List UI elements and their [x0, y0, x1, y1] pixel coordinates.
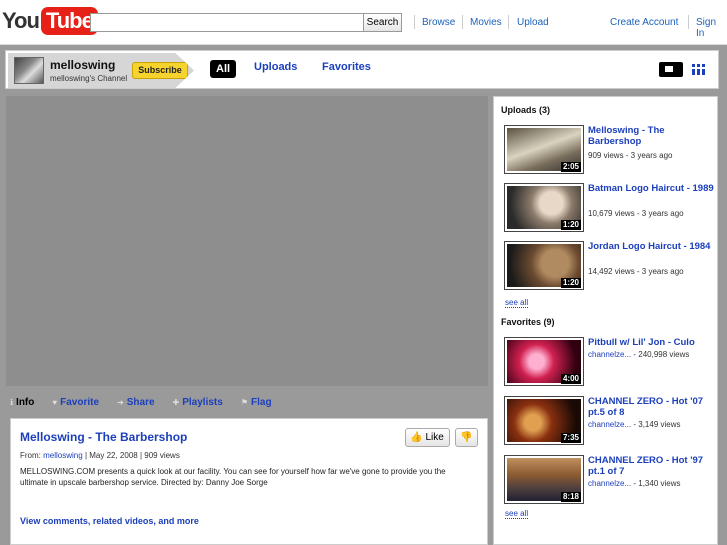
plus-icon: ✚ [172, 397, 180, 407]
video-link[interactable]: Jordan Logo Haircut - 1984 [588, 241, 716, 252]
video-meta: 909 views - 3 years ago [588, 151, 673, 160]
video-thumbnail[interactable]: 4:00 [504, 337, 584, 386]
thumbs-up-icon: 👍 [410, 432, 423, 443]
video-meta: From: melloswing | May 22, 2008 | 909 vi… [20, 451, 180, 460]
video-duration: 1:20 [560, 278, 581, 288]
dislike-button[interactable]: 👎 [455, 428, 478, 447]
video-meta: 14,492 views - 3 years ago [588, 267, 684, 276]
list-item[interactable]: 2:05 Melloswing - The Barbershop 909 vie… [504, 125, 716, 177]
nav-browse[interactable]: Browse [422, 17, 455, 28]
video-thumbnail[interactable]: 8:18 [504, 455, 584, 504]
uploads-see-all-link[interactable]: see all [505, 298, 529, 308]
uploader-link[interactable]: melloswing [43, 451, 83, 460]
video-duration: 7:35 [560, 433, 581, 443]
thumbs-down-icon: 👎 [460, 432, 473, 443]
nav-upload[interactable]: Upload [517, 17, 549, 28]
channel-avatar[interactable] [14, 57, 44, 84]
list-item[interactable]: 1:20 Jordan Logo Haircut - 1984 14,492 v… [504, 241, 716, 293]
search-input[interactable] [90, 13, 364, 32]
video-title[interactable]: Melloswing - The Barbershop [20, 430, 187, 444]
tab-favorites[interactable]: Favorites [322, 61, 371, 73]
video-link[interactable]: CHANNEL ZERO - Hot '07 pt.5 of 8 [588, 396, 716, 418]
action-share-label: Share [126, 396, 155, 408]
action-info-label: Info [16, 396, 35, 408]
video-link[interactable]: Melloswing - The Barbershop [588, 125, 716, 147]
video-player[interactable] [6, 96, 488, 386]
list-item[interactable]: 7:35 CHANNEL ZERO - Hot '07 pt.5 of 8 ch… [504, 396, 716, 448]
video-duration: 2:05 [560, 162, 581, 172]
action-flag-label: Flag [251, 396, 272, 408]
channel-link[interactable]: channelze... [588, 350, 631, 359]
like-label: Like [425, 432, 444, 443]
action-flag[interactable]: ⚑ Flag [241, 397, 272, 408]
sidebar: Uploads (3) 2:05 Melloswing - The Barber… [493, 96, 718, 545]
search-button[interactable]: Search [363, 13, 402, 32]
video-meta: channelze... - 3,149 views [588, 420, 681, 429]
list-item[interactable]: 1:20 Batman Logo Haircut - 1989 10,679 v… [504, 183, 716, 235]
video-link[interactable]: CHANNEL ZERO - Hot '97 pt.1 of 7 [588, 455, 716, 477]
heart-icon: ♥ [52, 397, 58, 407]
sign-in-link[interactable]: Sign In [696, 17, 727, 39]
video-thumbnail[interactable]: 2:05 [504, 125, 584, 174]
video-meta: 10,679 views - 3 years ago [588, 209, 684, 218]
video-thumbnail[interactable]: 1:20 [504, 183, 584, 232]
action-info[interactable]: ℹ Info [10, 397, 34, 408]
nav-separator [414, 15, 415, 29]
logo-you: You [2, 8, 40, 33]
channel-bar: melloswing melloswing's Channel Subscrib… [5, 50, 719, 89]
video-thumbnail[interactable]: 7:35 [504, 396, 584, 445]
action-playlists[interactable]: ✚ Playlists [173, 397, 223, 408]
tab-uploads[interactable]: Uploads [254, 61, 297, 73]
action-favorite[interactable]: ♥ Favorite [52, 397, 99, 408]
uploads-heading: Uploads (3) [501, 105, 551, 115]
info-icon: ℹ [10, 397, 14, 407]
nav-separator [688, 15, 689, 29]
action-share[interactable]: ➜ Share [117, 397, 155, 408]
video-duration: 1:20 [560, 220, 581, 230]
channel-name[interactable]: melloswing [50, 58, 115, 72]
youtube-logo[interactable]: You Tube [2, 6, 98, 36]
subscribe-button[interactable]: Subscribe [132, 62, 188, 79]
video-description: MELLOSWING.COM presents a quick look at … [20, 467, 446, 487]
grid-view-icon[interactable] [692, 64, 707, 75]
from-label: From: [20, 451, 41, 460]
flag-icon: ⚑ [240, 397, 248, 407]
video-link[interactable]: Batman Logo Haircut - 1989 [588, 183, 716, 194]
view-count: | 909 views [139, 451, 180, 460]
channel-identity: melloswing melloswing's Channel Subscrib… [8, 53, 194, 88]
more-link[interactable]: View comments, related videos, and more [20, 516, 199, 526]
nav-movies[interactable]: Movies [470, 17, 502, 28]
video-link[interactable]: Pitbull w/ Lil' Jon - Culo [588, 337, 716, 348]
video-views: - 1,340 views [631, 479, 681, 488]
video-views: - 240,998 views [631, 350, 690, 359]
action-bar: ℹ Info ♥ Favorite ➜ Share ✚ Playlists ⚑ … [10, 394, 272, 410]
video-info-panel: Melloswing - The Barbershop 👍 Like 👎 From… [10, 418, 488, 545]
list-item[interactable]: 4:00 Pitbull w/ Lil' Jon - Culo channelz… [504, 337, 716, 389]
upload-date: | May 22, 2008 [84, 451, 138, 460]
nav-separator [462, 15, 463, 29]
share-arrow-icon: ➜ [117, 397, 124, 407]
favorites-see-all-link[interactable]: see all [505, 509, 529, 519]
player-view-icon[interactable] [659, 62, 683, 77]
video-meta: channelze... - 1,340 views [588, 479, 681, 488]
nav-separator [508, 15, 509, 29]
action-favorite-label: Favorite [60, 396, 100, 408]
video-thumbnail[interactable]: 1:20 [504, 241, 584, 290]
action-playlists-label: Playlists [182, 396, 223, 408]
list-item[interactable]: 8:18 CHANNEL ZERO - Hot '97 pt.1 of 7 ch… [504, 455, 716, 507]
tab-all[interactable]: All [210, 60, 237, 78]
video-duration: 8:18 [560, 492, 581, 502]
create-account-link[interactable]: Create Account [610, 17, 678, 28]
masthead: You Tube Search Browse Movies Upload Cre… [0, 0, 727, 45]
favorites-heading: Favorites (9) [501, 317, 555, 327]
video-duration: 4:00 [560, 374, 581, 384]
channel-link[interactable]: channelze... [588, 479, 631, 488]
like-button[interactable]: 👍 Like [405, 428, 450, 447]
video-views: - 3,149 views [631, 420, 681, 429]
video-meta: channelze... - 240,998 views [588, 350, 689, 359]
channel-link[interactable]: channelze... [588, 420, 631, 429]
channel-subtitle: melloswing's Channel [50, 74, 128, 83]
